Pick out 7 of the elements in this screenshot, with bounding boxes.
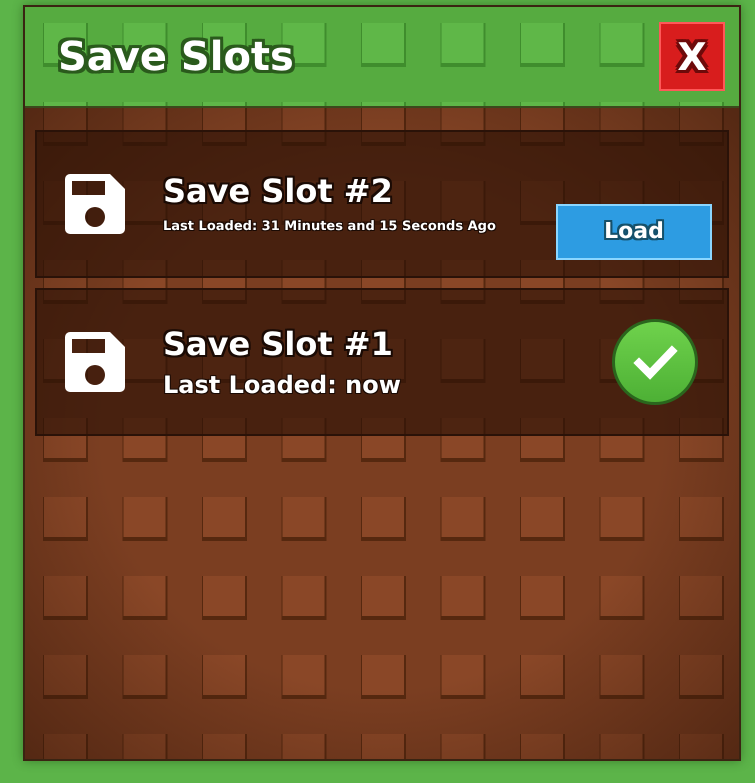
window-title: Save Slots (58, 36, 294, 76)
slot-title: Save Slot #1 (163, 328, 394, 360)
slot-title: Save Slot #2 (163, 175, 394, 207)
close-button[interactable]: X (659, 22, 725, 91)
load-button[interactable]: Load (556, 204, 712, 260)
last-loaded-text: Last Loaded: 31 Minutes and 15 Seconds Ago (163, 220, 497, 233)
last-loaded-text: Last Loaded: now (163, 372, 402, 396)
